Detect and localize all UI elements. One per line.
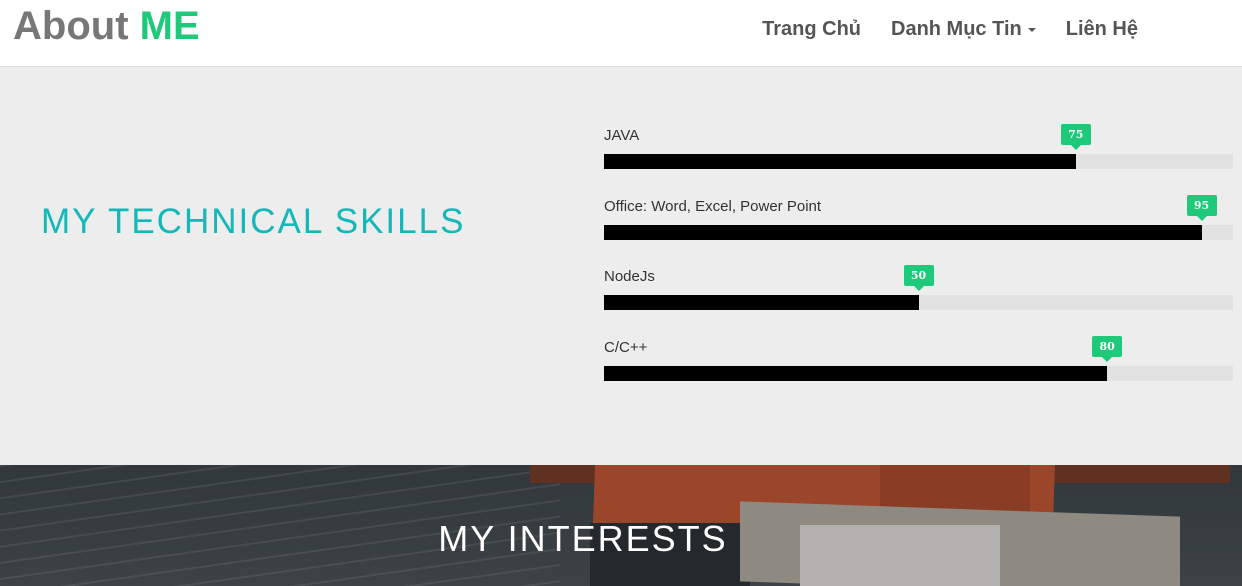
brand-accent: ME <box>139 4 200 48</box>
nav-contact-label: Liên Hệ <box>1065 18 1138 40</box>
nav-categories-label: Danh Mục Tin <box>891 18 1022 40</box>
brand-logo[interactable]: About ME <box>13 4 200 48</box>
nav-categories-dropdown[interactable]: Danh Mục Tin <box>876 17 1051 41</box>
skill-label: Office: Word, Excel, Power Point <box>604 198 822 215</box>
skill-value-badge: 75 <box>1060 124 1091 150</box>
skill-progress-track: 95 <box>604 195 1233 240</box>
skill-progress-fill <box>604 295 919 310</box>
skills-title: MY TECHNICAL SKILLS <box>41 202 466 241</box>
skill-progress-track: 50 <box>604 265 1233 310</box>
interests-section: MY INTERESTS <box>0 465 1242 586</box>
main-nav: Trang Chủ Danh Mục Tin Liên Hệ <box>747 17 1153 41</box>
nav-home-label: Trang Chủ <box>762 18 861 40</box>
skill-progress-fill <box>604 154 1076 169</box>
skill-progress-fill <box>604 225 1202 240</box>
nav-home[interactable]: Trang Chủ <box>747 17 876 41</box>
top-navbar: About ME Trang Chủ Danh Mục Tin Liên Hệ <box>0 0 1242 67</box>
skill-progress-track: 80 <box>604 336 1233 381</box>
brand-text: About <box>13 4 129 48</box>
skill-label: JAVA <box>604 127 640 144</box>
skill-label: C/C++ <box>604 339 648 356</box>
skill-value-badge: 80 <box>1092 336 1123 362</box>
nav-contact[interactable]: Liên Hệ <box>1051 17 1153 41</box>
skill-value-badge: 50 <box>903 265 934 291</box>
skill-label: NodeJs <box>604 268 655 285</box>
skill-progress-track: 75 <box>604 124 1233 169</box>
skills-section: MY TECHNICAL SKILLS JAVA 75 Office: Word… <box>0 67 1242 465</box>
skill-progress-fill <box>604 366 1108 381</box>
interests-title: MY INTERESTS <box>438 518 728 559</box>
caret-down-icon <box>1027 28 1036 32</box>
skill-value-badge: 95 <box>1186 195 1217 221</box>
